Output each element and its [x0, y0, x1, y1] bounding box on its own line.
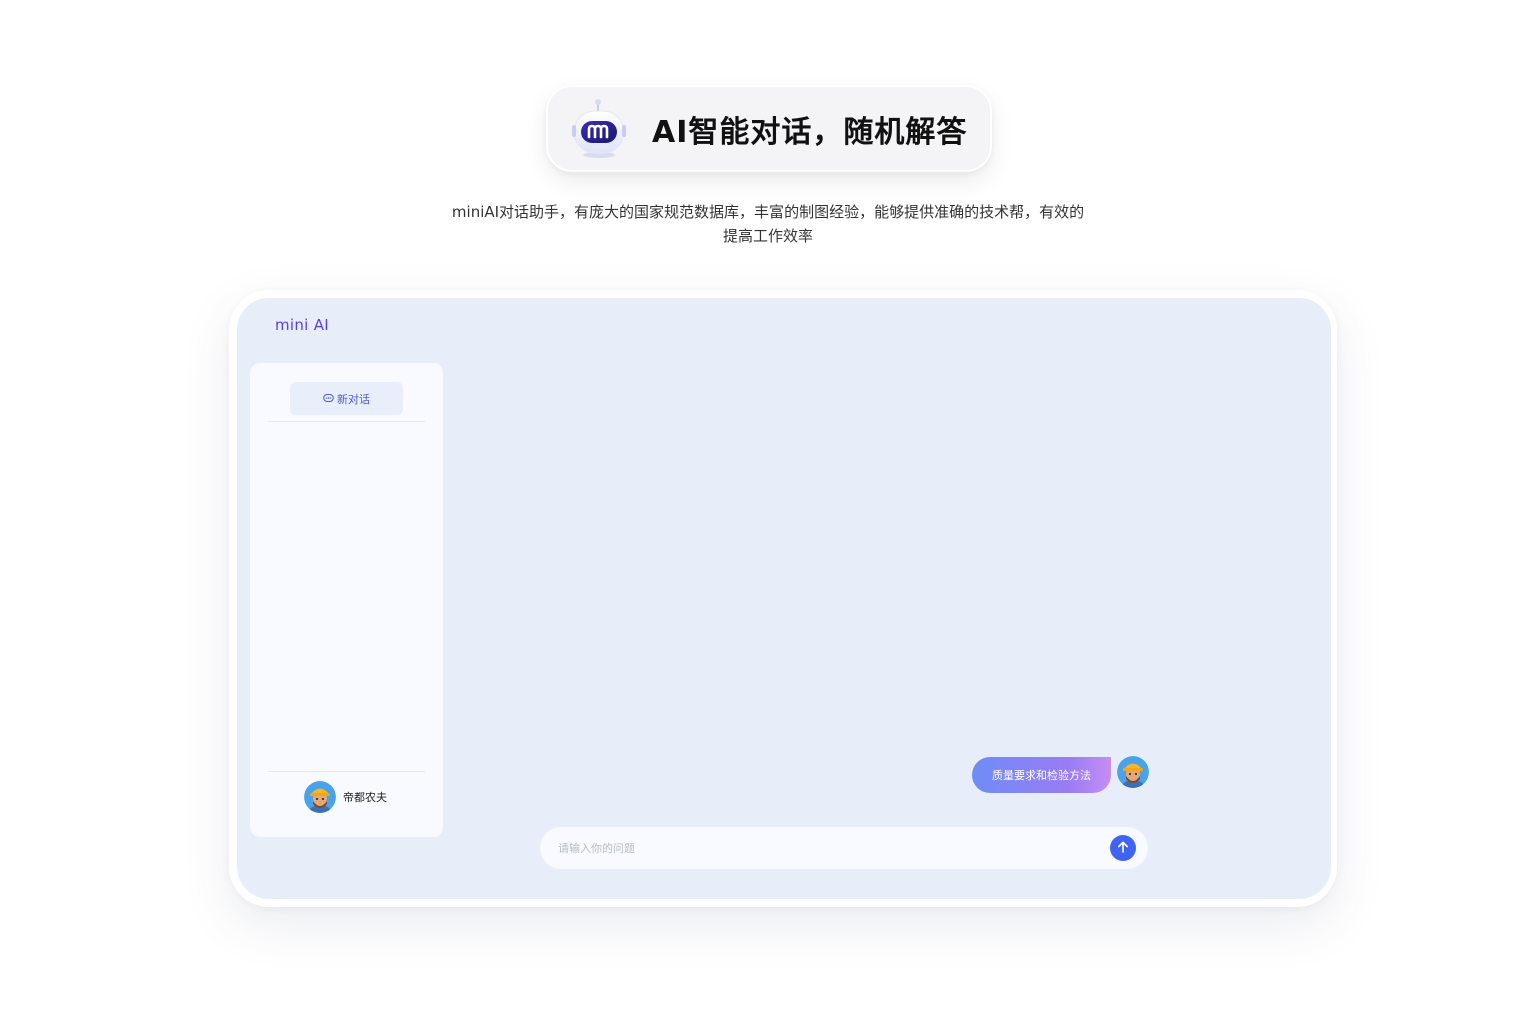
sidebar-divider-bottom — [268, 771, 425, 772]
arrow-up-icon — [1116, 840, 1130, 857]
sidebar: 新对话 帝都农夫 — [250, 363, 443, 837]
chat-bubble-icon — [323, 393, 334, 404]
message-avatar — [1117, 756, 1149, 788]
chat-input[interactable] — [558, 827, 1098, 869]
hero-badge: AI智能对话，随机解答 — [546, 85, 992, 172]
new-chat-button[interactable]: 新对话 — [290, 382, 403, 415]
new-chat-label: 新对话 — [337, 392, 370, 406]
chat-input-bar — [540, 827, 1148, 869]
user-name: 帝都农夫 — [343, 791, 387, 804]
hero-title: AI智能对话，随机解答 — [652, 114, 968, 150]
send-button[interactable] — [1110, 835, 1136, 861]
avatar — [304, 781, 336, 813]
app-window: mini AI 新对话 帝都农夫 质量要求和检验方法 请输入你的问题 — [237, 298, 1331, 899]
robot-mascot-icon — [570, 97, 628, 161]
subtitle: miniAI对话助手，有庞大的国家规范数据库，丰富的制图经验，能够提供准确的技术… — [418, 200, 1118, 248]
sidebar-divider-top — [268, 421, 425, 422]
subtitle-line-2: 提高工作效率 — [722, 227, 813, 245]
user-message-bubble: 质量要求和检验方法 — [972, 757, 1111, 793]
page: AI智能对话，随机解答 miniAI对话助手，有庞大的国家规范数据库，丰富的制图… — [0, 0, 1536, 1009]
user-message-row: 质量要求和检验方法 — [972, 756, 1149, 793]
user-profile[interactable]: 帝都农夫 — [304, 781, 387, 813]
app-window-frame: mini AI 新对话 帝都农夫 质量要求和检验方法 请输入你的问题 — [229, 290, 1337, 907]
app-logo: mini AI — [275, 316, 330, 334]
subtitle-line-1: miniAI对话助手，有庞大的国家规范数据库，丰富的制图经验，能够提供准确的技术… — [451, 203, 1085, 221]
